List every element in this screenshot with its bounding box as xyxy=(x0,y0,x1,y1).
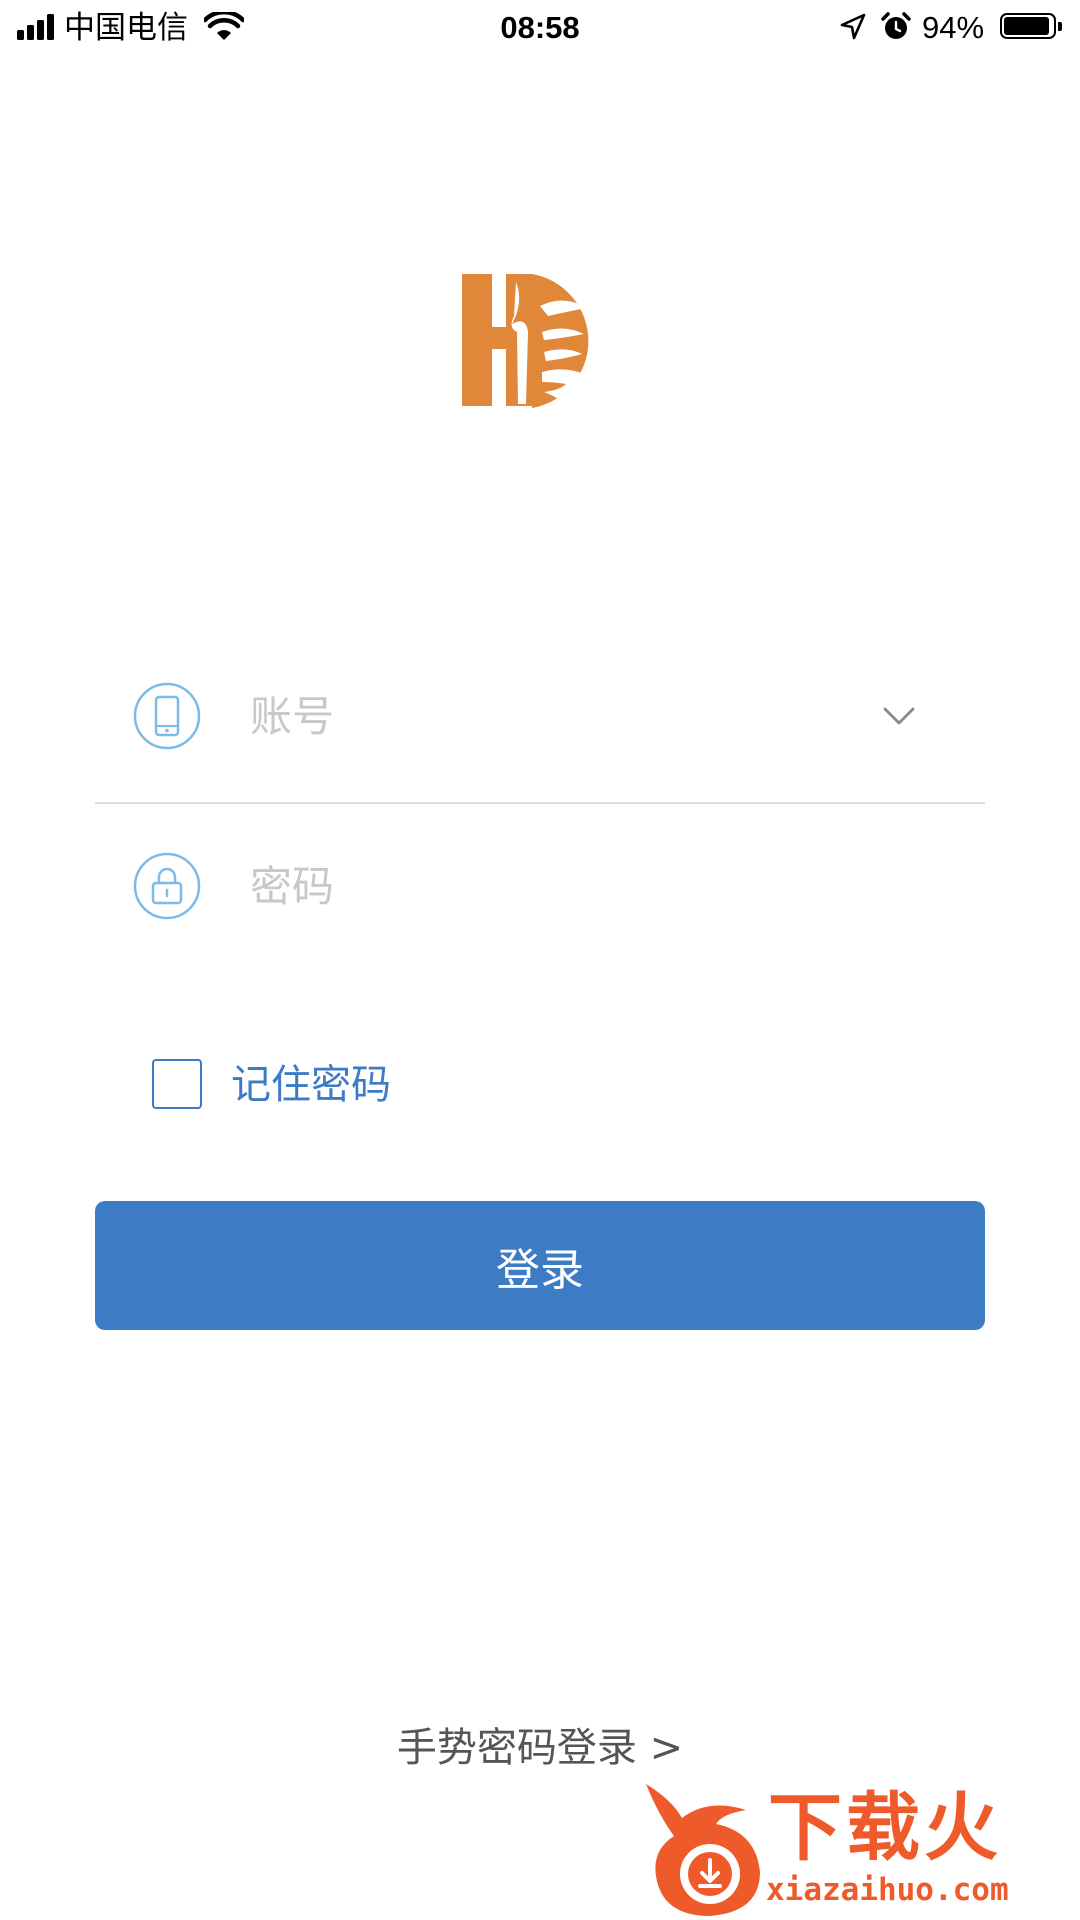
watermark-url: xiazaihuo.com xyxy=(766,1872,1009,1908)
watermark-text: 下载火 xyxy=(768,1785,1002,1871)
status-time: 08:58 xyxy=(500,10,580,45)
password-field xyxy=(95,826,985,946)
lock-icon xyxy=(133,852,201,920)
remember-password-toggle[interactable]: 记住密码 xyxy=(152,1057,512,1113)
remember-password-label: 记住密码 xyxy=(231,1062,391,1108)
alarm-icon xyxy=(881,12,911,39)
account-input[interactable] xyxy=(250,686,850,746)
account-field xyxy=(95,656,985,776)
battery-percentage: 94% xyxy=(922,10,985,45)
remember-password-checkbox[interactable] xyxy=(152,1059,202,1109)
location-icon xyxy=(840,13,866,40)
status-bar: 中国电信 08:58 94% xyxy=(0,0,1080,56)
phone-icon xyxy=(133,682,201,750)
chevron-down-icon[interactable] xyxy=(881,698,917,734)
app-logo xyxy=(414,226,640,462)
gesture-password-login-link[interactable]: 手势密码登录 > xyxy=(0,1720,1080,1776)
watermark: 下载火 xiazaihuo.com xyxy=(638,1780,1080,1920)
password-input[interactable] xyxy=(250,856,850,916)
flame-logo-icon xyxy=(646,1784,760,1916)
battery-icon xyxy=(1000,13,1062,41)
login-button[interactable]: 登录 xyxy=(95,1201,985,1330)
field-divider xyxy=(95,802,985,804)
